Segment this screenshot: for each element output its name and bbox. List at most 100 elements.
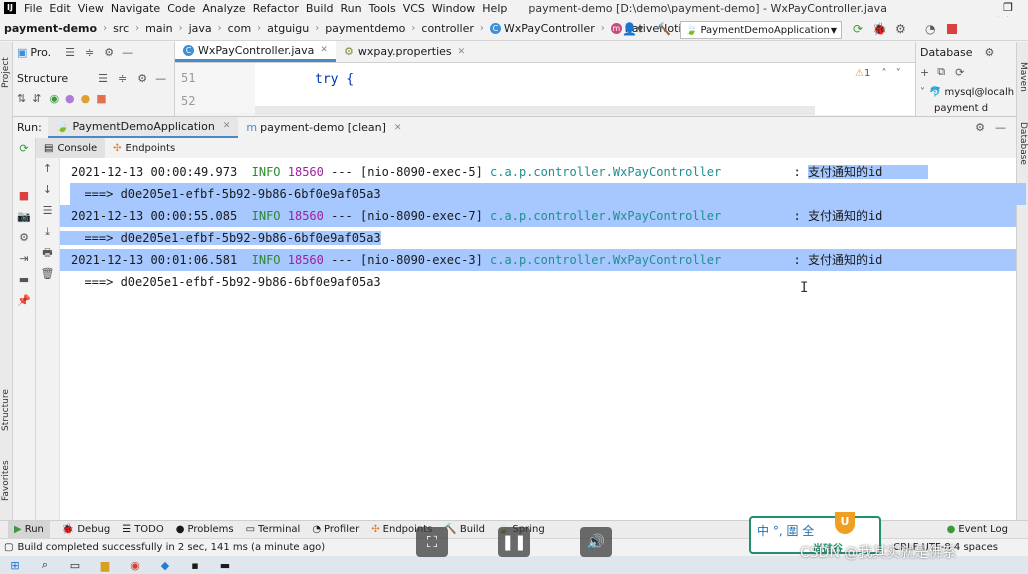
minimize-icon[interactable]: —	[995, 121, 1006, 134]
file-explorer-icon[interactable]: ▆	[90, 559, 120, 572]
minimize-icon[interactable]: —	[155, 72, 166, 85]
refresh-icon[interactable]: ⟳	[955, 66, 964, 79]
tool-build[interactable]: 🔨 Build	[444, 524, 485, 535]
menu-file[interactable]: File	[24, 2, 42, 15]
show-properties-icon[interactable]: ●	[65, 92, 75, 105]
breadcrumb-class[interactable]: WxPayController	[504, 22, 595, 35]
exit-icon[interactable]: ⇥	[13, 248, 35, 269]
menu-navigate[interactable]: Navigate	[111, 2, 160, 15]
volume-icon[interactable]: 🔊	[580, 527, 612, 557]
chevron-up-icon[interactable]: ˄	[882, 68, 887, 79]
maven-tool-label[interactable]: Maven	[1018, 62, 1028, 97]
tool-terminal[interactable]: ▭ Terminal	[246, 524, 301, 535]
console-tab[interactable]: ▤ Console	[36, 138, 106, 158]
sort-icon[interactable]: ☰	[98, 72, 108, 85]
search-icon[interactable]: ⌕	[30, 558, 60, 572]
run-configuration-select[interactable]: 🍃 PaymentDemoApplication ▼	[680, 21, 842, 39]
layout-icon[interactable]: ▬	[13, 269, 35, 290]
favorites-tool-label[interactable]: Favorites	[1, 456, 11, 501]
close-tab-icon[interactable]: ✕	[223, 121, 231, 131]
endpoints-tab[interactable]: ✣ Endpoints	[105, 138, 183, 158]
database-tool-label[interactable]: Database	[1018, 122, 1028, 167]
menu-build[interactable]: Build	[306, 2, 334, 15]
menu-code[interactable]: Code	[167, 2, 195, 15]
stop-icon[interactable]	[947, 24, 957, 34]
gear-icon[interactable]: ⚙	[104, 46, 114, 59]
tool-problems[interactable]: ● Problems	[176, 524, 234, 535]
tool-event-log[interactable]: ● Event Log	[947, 524, 1008, 535]
arrow-down-icon[interactable]: ↓	[36, 179, 59, 200]
show-fields-icon[interactable]: ●	[81, 92, 91, 105]
cmd-icon[interactable]: ▬	[210, 559, 240, 572]
print-icon[interactable]: 🖶	[36, 242, 59, 263]
editor-tab-wxpay-properties[interactable]: ⚙ wxpay.properties ✕	[336, 41, 473, 62]
breadcrumb-main[interactable]: main	[145, 22, 172, 35]
project-tab-label[interactable]: Pro.	[30, 46, 51, 59]
sort-alpha-icon[interactable]: ⇅	[17, 92, 26, 105]
database-tree-item[interactable]: ˅ 🐬 mysql@localh	[916, 82, 1016, 102]
intellij-icon[interactable]: ▪	[180, 559, 210, 572]
gear-icon[interactable]: ⚙	[137, 72, 147, 85]
breadcrumb-paymentdemo[interactable]: paymentdemo	[325, 22, 405, 35]
run-tab-application[interactable]: 🍃 PaymentDemoApplication ✕	[47, 116, 239, 139]
code-editor[interactable]: try { ⚠1 ˄ ˅	[255, 63, 915, 115]
tool-debug[interactable]: 🐞 Debug	[62, 524, 110, 535]
breadcrumb-project[interactable]: payment-demo	[4, 22, 97, 35]
copy-icon[interactable]: ⧉	[937, 65, 945, 79]
breadcrumb-atguigu[interactable]: atguigu	[267, 22, 309, 35]
camera-icon[interactable]: 📷	[13, 206, 35, 227]
rerun-icon[interactable]: ⟳	[853, 22, 863, 36]
chrome-icon[interactable]: ◉	[120, 559, 150, 572]
run-tab-clean[interactable]: m payment-demo [clean] ✕	[238, 117, 409, 139]
breadcrumb-controller[interactable]: controller	[421, 22, 473, 35]
rerun-icon[interactable]: ⟳	[13, 138, 35, 159]
breadcrumb-src[interactable]: src	[113, 22, 129, 35]
menu-analyze[interactable]: Analyze	[202, 2, 245, 15]
tool-run[interactable]: ▶ Run	[8, 520, 50, 539]
windows-start-icon[interactable]: ⊞	[0, 559, 30, 572]
tool-profiler[interactable]: ◔ Profiler	[312, 524, 359, 535]
coverage-icon[interactable]: ⚙	[895, 22, 906, 36]
pause-icon[interactable]: ❚❚	[498, 527, 530, 557]
scroll-to-end-icon[interactable]: ⤓	[36, 221, 59, 242]
menu-edit[interactable]: Edit	[49, 2, 70, 15]
stop-icon[interactable]: ■	[13, 185, 35, 206]
horizontal-scrollbar[interactable]	[255, 106, 815, 115]
screenshot-icon[interactable]: ⛶	[416, 527, 448, 557]
menu-help[interactable]: Help	[482, 2, 507, 15]
profiler-icon[interactable]: ◔	[925, 22, 935, 36]
user-icon[interactable]: 👤▾	[622, 22, 643, 36]
task-view-icon[interactable]: ▭	[60, 559, 90, 572]
structure-tool-label[interactable]: Structure	[1, 386, 11, 431]
project-tool-label[interactable]: Project	[1, 48, 11, 88]
close-tab-icon[interactable]: ✕	[458, 47, 466, 57]
debug-icon[interactable]: 🐞	[872, 22, 887, 36]
gear-icon[interactable]: ⚙	[975, 121, 985, 134]
menu-vcs[interactable]: VCS	[403, 2, 425, 15]
editor-tab-wxpaycontroller[interactable]: C WxPayController.java ✕	[175, 41, 336, 62]
menu-tools[interactable]: Tools	[369, 2, 396, 15]
database-tree-item[interactable]: payment d	[916, 102, 1016, 114]
expand-icon[interactable]: ≑	[85, 46, 94, 59]
soft-wrap-icon[interactable]: ☰	[36, 200, 59, 221]
debug-icon[interactable]: ⚙	[13, 227, 35, 248]
trash-icon[interactable]: 🗑	[36, 263, 59, 284]
collapse-all-icon[interactable]: ☰	[65, 46, 75, 59]
minimize-icon[interactable]: —	[122, 46, 133, 59]
menu-view[interactable]: View	[78, 2, 104, 15]
sort-visibility-icon[interactable]: ⇵	[32, 92, 41, 105]
breadcrumb-java[interactable]: java	[189, 22, 212, 35]
menu-run[interactable]: Run	[341, 2, 362, 15]
pin-icon[interactable]: 📌	[13, 290, 35, 311]
add-icon[interactable]: +	[920, 66, 929, 79]
inspection-widget[interactable]: ⚠1 ˄ ˅	[855, 68, 901, 79]
breadcrumb-com[interactable]: com	[228, 22, 252, 35]
expand-icon[interactable]: ≑	[118, 72, 127, 85]
build-hammer-icon[interactable]: 🔨	[656, 22, 671, 36]
gear-icon[interactable]: ⚙	[985, 46, 995, 59]
tool-todo[interactable]: ☰ TODO	[122, 524, 164, 535]
arrow-up-icon[interactable]: ↑	[36, 158, 59, 179]
close-tab-icon[interactable]: ✕	[320, 45, 328, 55]
menu-window[interactable]: Window	[432, 2, 475, 15]
vscode-icon[interactable]: ◆	[150, 559, 180, 572]
